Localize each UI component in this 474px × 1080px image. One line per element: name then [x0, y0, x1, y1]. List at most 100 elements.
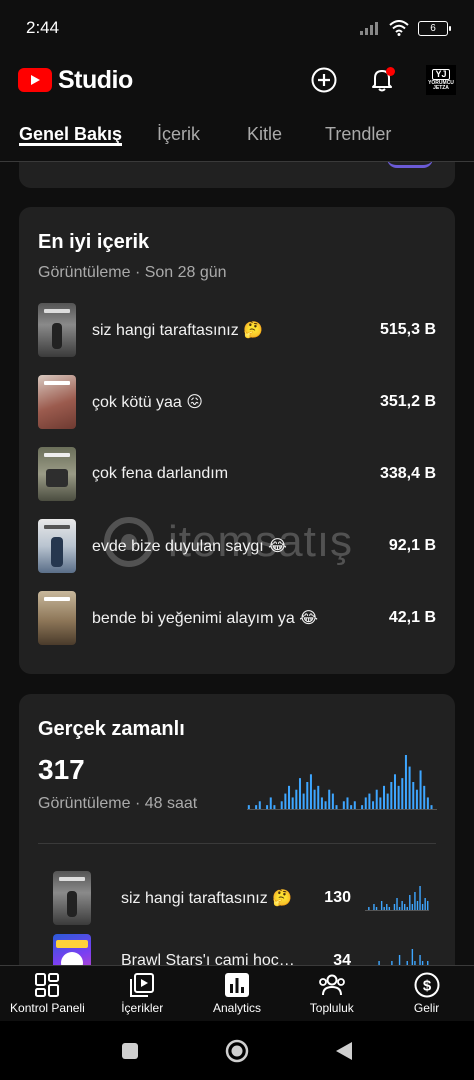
- chart-bar: [430, 805, 433, 809]
- nav-label: Gelir: [413, 1001, 440, 1015]
- nav-analytics[interactable]: Analytics: [190, 966, 285, 1021]
- chart-bar: [426, 797, 429, 809]
- mini-bar-chart: [365, 886, 429, 911]
- item-title: siz hangi taraftasınız 🤔: [121, 890, 293, 907]
- card-subtitle: Görüntüleme · Son 28 gün: [38, 264, 227, 281]
- realtime-bar-chart: [247, 755, 437, 810]
- chart-bar: [361, 805, 364, 809]
- chart-bar: [335, 805, 338, 809]
- wifi-icon: [389, 20, 409, 36]
- app-header: Studio YJ YORUMCU JETZA: [0, 56, 474, 104]
- chart-bar: [364, 797, 367, 809]
- video-thumbnail: [38, 447, 76, 501]
- tab-audience[interactable]: Kitle: [247, 108, 282, 145]
- create-button[interactable]: [310, 66, 338, 94]
- add-circle-icon: [311, 67, 337, 93]
- chart-bar: [284, 793, 287, 809]
- nav-label: İçerikler: [121, 1001, 164, 1015]
- status-icons: 6: [360, 20, 451, 36]
- chart-bar: [313, 789, 316, 809]
- chart-bar: [302, 793, 305, 809]
- battery-level: 6: [430, 22, 436, 34]
- item-views: 338,4 B: [379, 465, 436, 482]
- chart-bar: [398, 907, 401, 910]
- chart-bar: [406, 907, 408, 910]
- chart-bar: [403, 904, 406, 910]
- chart-bar: [421, 904, 424, 910]
- notification-dot: [386, 67, 395, 76]
- divider: [38, 843, 436, 844]
- chart-bar: [375, 789, 378, 809]
- chart-bar: [320, 797, 323, 809]
- chart-bar: [269, 797, 272, 809]
- chart-bar: [427, 901, 429, 910]
- chart-bar: [280, 801, 283, 809]
- chart-bar: [331, 793, 334, 809]
- list-item[interactable]: çok fena darlandım 338,4 B: [38, 446, 436, 502]
- community-icon: [318, 974, 345, 996]
- logo-text: Studio: [58, 65, 133, 94]
- signal-icon: [360, 22, 378, 35]
- video-thumbnail: [38, 519, 76, 573]
- list-item[interactable]: evde bize duyulan saygı 😂 92,1 B: [38, 518, 436, 574]
- top-content-card[interactable]: En iyi içerik Görüntüleme · Son 28 gün s…: [19, 207, 455, 674]
- chart-bar: [295, 789, 298, 809]
- item-title: çok fena darlandım: [92, 465, 229, 482]
- chart-bar: [386, 793, 389, 809]
- chart-bar: [401, 778, 404, 809]
- chart-bar: [423, 785, 426, 809]
- chart-bar: [396, 898, 398, 910]
- chart-bar: [393, 774, 396, 809]
- list-item[interactable]: çok kötü yaa 😖 351,2 B: [38, 374, 436, 430]
- avatar[interactable]: YJ YORUMCU JETZA: [426, 65, 456, 95]
- back-icon[interactable]: [335, 1041, 353, 1061]
- nav-content[interactable]: İçerikler: [95, 966, 190, 1021]
- realtime-subtitle: Görüntüleme · 48 saat: [38, 795, 198, 812]
- tab-trends[interactable]: Trendler: [325, 108, 391, 145]
- notifications-button[interactable]: [368, 66, 396, 94]
- nav-community[interactable]: Topluluk: [284, 966, 379, 1021]
- item-views: 42,1 B: [388, 609, 436, 626]
- chart-bar: [375, 907, 378, 910]
- nav-label: Topluluk: [309, 1001, 354, 1015]
- chart-bar: [412, 782, 415, 809]
- realtime-list-item[interactable]: siz hangi taraftasınız 🤔 130: [38, 871, 436, 925]
- chart-bar: [424, 898, 426, 910]
- chart-bar: [416, 901, 419, 910]
- chart-bar: [328, 789, 331, 809]
- chart-bar: [372, 801, 375, 809]
- item-title: bende bi yeğenimi alayım ya 😂: [92, 610, 318, 627]
- nav-dashboard[interactable]: Kontrol Paneli: [0, 966, 95, 1021]
- realtime-card[interactable]: Gerçek zamanlı 317 Görüntüleme · 48 saat…: [19, 694, 455, 994]
- list-item[interactable]: bende bi yeğenimi alayım ya 😂 42,1 B: [38, 590, 436, 646]
- chart-bar: [266, 805, 269, 809]
- chart-bar: [390, 782, 393, 809]
- video-thumbnail: [38, 375, 76, 429]
- system-navigation: [0, 1021, 474, 1080]
- svg-text:$: $: [422, 978, 431, 995]
- youtube-studio-logo[interactable]: Studio: [18, 66, 133, 95]
- chart-bar: [291, 797, 294, 809]
- chart-bar: [388, 907, 391, 910]
- chart-bar: [383, 785, 386, 809]
- avatar-initials: YJ: [432, 68, 450, 80]
- item-views: 351,2 B: [379, 393, 436, 410]
- chart-bar: [380, 901, 383, 910]
- item-title: evde bize duyulan saygı 😂: [92, 538, 287, 555]
- tab-overview[interactable]: Genel Bakış: [19, 108, 123, 146]
- dashboard-icon: [35, 973, 60, 997]
- chart-bar: [383, 907, 385, 910]
- item-views: 515,3 B: [379, 321, 436, 338]
- recents-icon[interactable]: [121, 1042, 139, 1060]
- card-title: Gerçek zamanlı: [38, 718, 185, 740]
- status-bar: 2:44 6: [0, 0, 474, 56]
- list-item[interactable]: siz hangi taraftasınız 🤔 515,3 B: [38, 302, 436, 358]
- item-views: 130: [324, 889, 351, 906]
- item-views: 92,1 B: [388, 537, 436, 554]
- home-icon[interactable]: [225, 1039, 249, 1063]
- nav-earn[interactable]: $ Gelir: [379, 966, 474, 1021]
- chart-bar: [255, 805, 258, 809]
- bottom-nav: Kontrol Paneli İçerikler Analytics Toplu…: [0, 965, 474, 1021]
- chart-bar: [411, 904, 414, 910]
- tab-content[interactable]: İçerik: [157, 108, 200, 145]
